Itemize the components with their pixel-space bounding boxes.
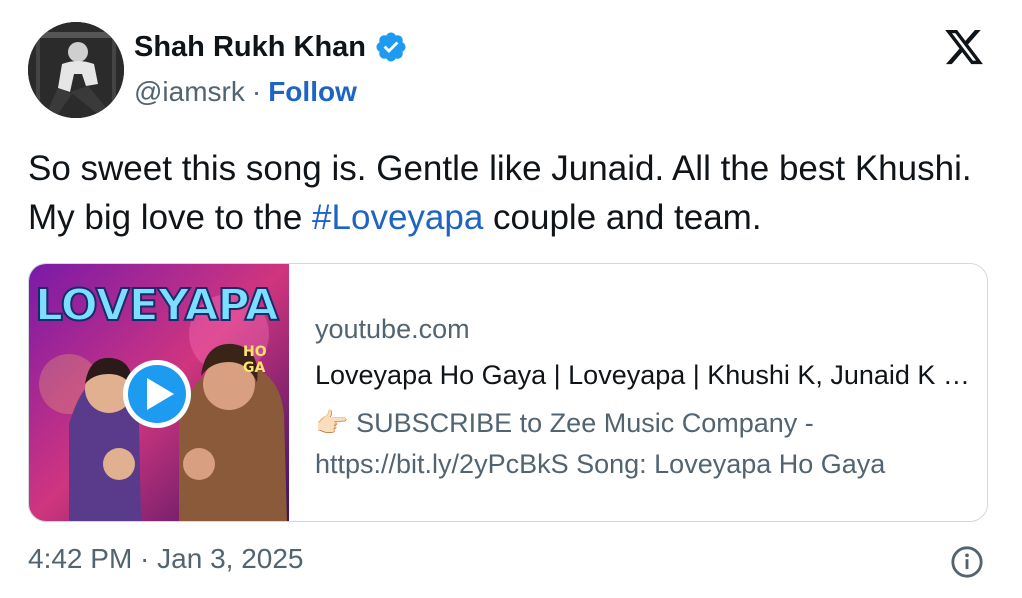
thumbnail-subtitle: HO GA (243, 344, 267, 376)
info-icon[interactable] (950, 545, 984, 579)
avatar[interactable] (28, 22, 124, 118)
tweet-text-end: couple and team. (483, 198, 762, 237)
card-description: 👉🏻 SUBSCRIBE to Zee Music Company - http… (315, 403, 975, 485)
x-logo-icon[interactable] (942, 26, 986, 68)
tweet-timestamp[interactable]: 4:42 PM · Jan 3, 2025 (28, 543, 304, 575)
thumbnail-title: LOVEYAPA (34, 279, 280, 332)
author-name-row: Shah Rukh Khan (134, 30, 408, 64)
card-title: Loveyapa Ho Gaya | Loveyapa | Khushi K, … (315, 360, 975, 390)
card-domain: youtube.com (315, 314, 470, 344)
follow-button[interactable]: Follow (268, 76, 357, 108)
link-preview-card[interactable]: LOVEYAPA HO GA youtube.com Loveyapa Ho G… (28, 263, 988, 522)
author-handle[interactable]: @iamsrk (134, 76, 245, 108)
card-description-line1: 👉🏻 SUBSCRIBE to Zee Music Company - (315, 408, 814, 438)
tweet-text: So sweet this song is. Gentle like Junai… (28, 144, 1003, 242)
author-name[interactable]: Shah Rukh Khan (134, 31, 366, 64)
avatar-photo (28, 22, 124, 118)
video-thumbnail[interactable]: LOVEYAPA HO GA (29, 264, 289, 521)
card-description-line2: https://bit.ly/2yPcBkS Song: Loveyapa Ho… (315, 449, 886, 479)
separator-dot: · (251, 76, 262, 107)
handle-row: @iamsrk · Follow (134, 76, 357, 108)
hashtag-link[interactable]: #Loveyapa (312, 198, 483, 237)
verified-badge-icon (376, 32, 406, 62)
card-info: youtube.com Loveyapa Ho Gaya | Loveyapa … (315, 314, 975, 485)
play-icon[interactable] (123, 360, 191, 428)
